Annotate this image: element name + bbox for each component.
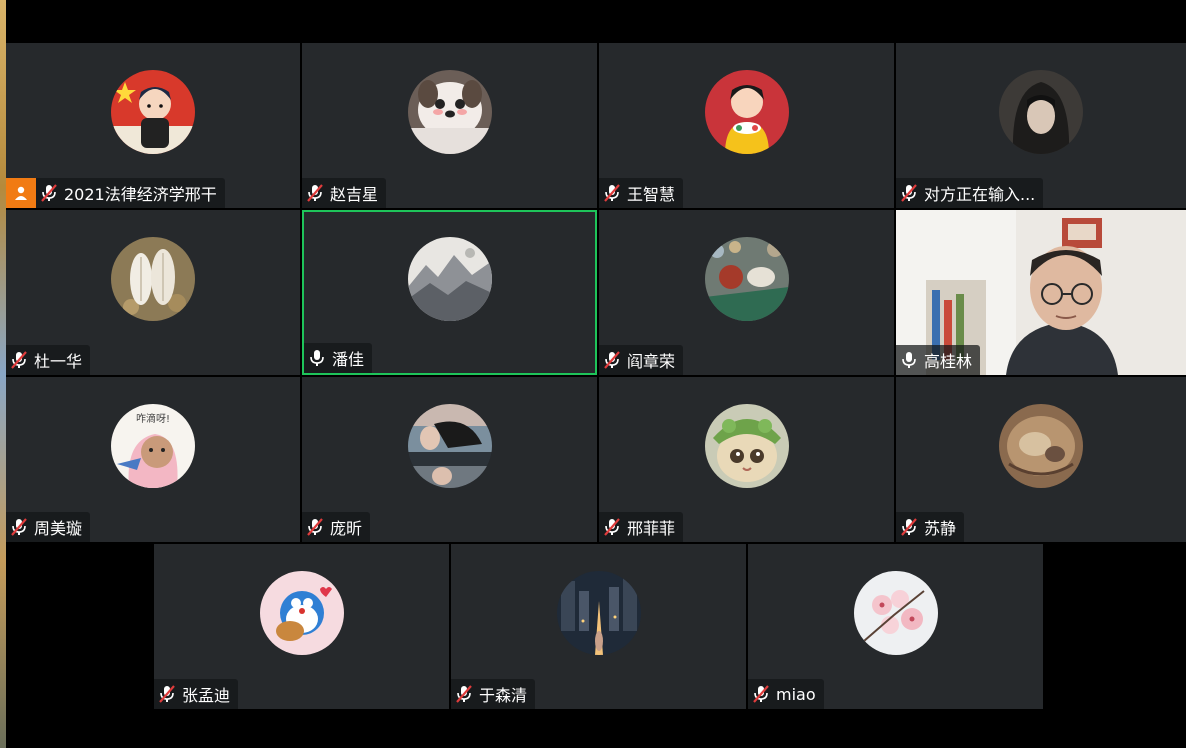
mic-muted-icon — [604, 184, 620, 202]
avatar — [999, 70, 1083, 154]
participant-video-tile[interactable]: 高桂林 — [896, 210, 1186, 375]
avatar — [407, 70, 492, 154]
participant-name: 杜一华 — [34, 352, 83, 371]
avatar: 咋滴呀! — [111, 404, 195, 488]
participant-tile[interactable]: 对方正在输入... — [896, 43, 1186, 208]
participant-tile[interactable]: 苏静 — [896, 377, 1186, 542]
participant-name: 王智慧 — [627, 185, 676, 204]
participant-name: 赵吉星 — [330, 185, 379, 204]
mic-muted-icon — [307, 184, 323, 202]
name-tag: 阎章荣 — [599, 345, 684, 375]
name-tag: 潘佳 — [304, 343, 373, 373]
mic-muted-icon — [456, 685, 472, 703]
participant-name: 于森清 — [479, 686, 528, 705]
mic-muted-icon — [604, 351, 620, 369]
participant-tile-active-speaker[interactable]: 潘佳 — [302, 210, 597, 375]
mic-on-icon — [902, 352, 916, 368]
name-tag: 杜一华 — [6, 345, 91, 375]
name-tag: 邢菲菲 — [599, 512, 684, 542]
participant-name: 对方正在输入... — [924, 185, 1036, 204]
avatar — [111, 70, 195, 154]
name-tag: 对方正在输入... — [896, 178, 1044, 208]
name-tag: 2021法律经济学邢干 — [6, 178, 225, 208]
mic-on-icon — [310, 350, 324, 366]
name-tag: 庞昕 — [302, 512, 371, 542]
mic-muted-icon — [11, 518, 27, 536]
name-tag: 赵吉星 — [302, 178, 387, 208]
participant-name: 庞昕 — [330, 519, 363, 538]
avatar — [704, 70, 789, 154]
participant-name: 苏静 — [924, 519, 957, 538]
mic-muted-icon — [11, 351, 27, 369]
avatar — [999, 404, 1083, 488]
participant-tile[interactable]: 王智慧 — [599, 43, 894, 208]
avatar-caption: 咋滴呀! — [136, 412, 170, 425]
participant-tile[interactable]: 于森清 — [451, 544, 746, 709]
participant-tile[interactable]: 咋滴呀! 周美璇 — [6, 377, 300, 542]
mic-muted-icon — [41, 184, 57, 202]
mic-muted-icon — [901, 518, 917, 536]
host-person-icon — [6, 178, 36, 208]
name-tag: 高桂林 — [896, 345, 981, 375]
participant-name: 邢菲菲 — [627, 519, 676, 538]
avatar — [556, 571, 641, 655]
participant-tile[interactable]: 2021法律经济学邢干 — [6, 43, 300, 208]
participant-tile[interactable]: 赵吉星 — [302, 43, 597, 208]
mic-muted-icon — [901, 184, 917, 202]
avatar — [704, 237, 789, 321]
participant-tile[interactable]: 阎章荣 — [599, 210, 894, 375]
participant-name: 潘佳 — [332, 350, 365, 369]
name-tag: 于森清 — [451, 679, 536, 709]
mic-muted-icon — [159, 685, 175, 703]
participant-name: 高桂林 — [924, 352, 973, 371]
mic-muted-icon — [307, 518, 323, 536]
name-tag: 周美璇 — [6, 512, 91, 542]
avatar — [704, 404, 789, 488]
avatar — [407, 237, 492, 321]
participant-name: 阎章荣 — [627, 352, 676, 371]
name-tag: 王智慧 — [599, 178, 684, 208]
name-tag: miao — [748, 679, 824, 709]
participant-name: 张孟迪 — [182, 686, 231, 705]
participant-name: miao — [776, 684, 816, 704]
participant-tile[interactable]: 张孟迪 — [154, 544, 449, 709]
participant-tile[interactable]: 杜一华 — [6, 210, 300, 375]
participant-name: 2021法律经济学邢干 — [64, 185, 217, 204]
avatar — [259, 571, 344, 655]
name-tag: 张孟迪 — [154, 679, 239, 709]
avatar — [407, 404, 492, 488]
participant-name: 周美璇 — [34, 519, 83, 538]
mic-muted-icon — [753, 685, 769, 703]
participant-tile[interactable]: 庞昕 — [302, 377, 597, 542]
avatar — [111, 237, 195, 321]
participant-tile[interactable]: miao — [748, 544, 1043, 709]
mic-muted-icon — [604, 518, 620, 536]
name-tag: 苏静 — [896, 512, 965, 542]
avatar — [853, 571, 938, 655]
participant-tile[interactable]: 邢菲菲 — [599, 377, 894, 542]
